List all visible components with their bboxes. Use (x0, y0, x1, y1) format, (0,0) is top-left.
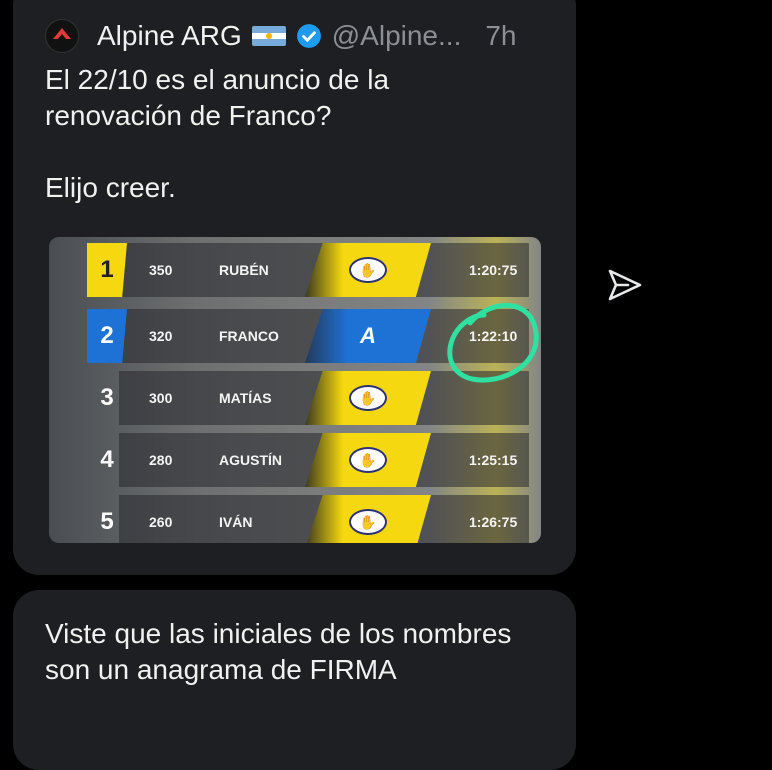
row-driver: IVÁN (219, 514, 253, 530)
highlight-circle-annotation (447, 302, 539, 383)
leaderboard-image[interactable]: 1 350 RUBÉN ✋ 1:20:75 2 320 FRANCO A 1:2… (49, 237, 541, 543)
row-points: 320 (149, 328, 173, 344)
row-position: 2 (87, 309, 127, 363)
mercado-libre-logo-icon: ✋ (349, 509, 387, 535)
row-points: 350 (149, 262, 173, 278)
row-driver: MATÍAS (219, 390, 272, 406)
row-time: 1:25:15 (469, 452, 518, 468)
leaderboard-row: 1 350 RUBÉN ✋ 1:20:75 (49, 243, 541, 297)
mercado-libre-logo-icon: ✋ (349, 447, 387, 473)
argentina-flag-icon (251, 26, 286, 46)
verified-badge-icon (296, 24, 321, 48)
row-points: 260 (149, 514, 173, 530)
row-time: 1:26:75 (469, 514, 518, 530)
row-driver: AGUSTÍN (219, 452, 282, 468)
share-icon[interactable] (606, 268, 644, 302)
mercado-libre-logo-icon: ✋ (349, 385, 387, 411)
team-badge: ✋ (305, 495, 431, 543)
row-points: 280 (149, 452, 173, 468)
tweet-header: Alpine ARG @Alpine... 7h (45, 18, 517, 54)
tweet-text: El 22/10 es el anuncio de la renovación … (45, 64, 390, 203)
row-driver: FRANCO (219, 328, 279, 344)
team-badge: A (305, 309, 431, 363)
team-badge: ✋ (305, 433, 431, 487)
author-name[interactable]: Alpine ARG (97, 20, 242, 52)
avatar[interactable] (45, 19, 79, 53)
leaderboard-row: 4 280 AGUSTÍN ✋ 1:25:15 (49, 433, 541, 487)
row-position: 1 (87, 243, 127, 297)
alpine-logo-icon (53, 28, 71, 39)
leaderboard-row: 5 260 IVÁN ✋ 1:26:75 (49, 495, 541, 543)
row-position: 5 (100, 508, 114, 535)
mercado-libre-logo-icon: ✋ (349, 257, 387, 283)
row-time: 1:20:75 (469, 262, 518, 278)
author-handle[interactable]: @Alpine... (332, 20, 462, 52)
team-badge: ✋ (305, 371, 431, 425)
row-points: 300 (149, 390, 173, 406)
reply-text: Viste que las iniciales de los nombres s… (45, 618, 512, 685)
tweet-time[interactable]: 7h (485, 20, 516, 52)
row-position: 4 (100, 446, 114, 473)
row-driver: RUBÉN (219, 262, 269, 278)
alpine-team-logo-icon: A (360, 323, 376, 348)
row-position: 3 (100, 384, 114, 411)
team-badge: ✋ (305, 243, 431, 297)
